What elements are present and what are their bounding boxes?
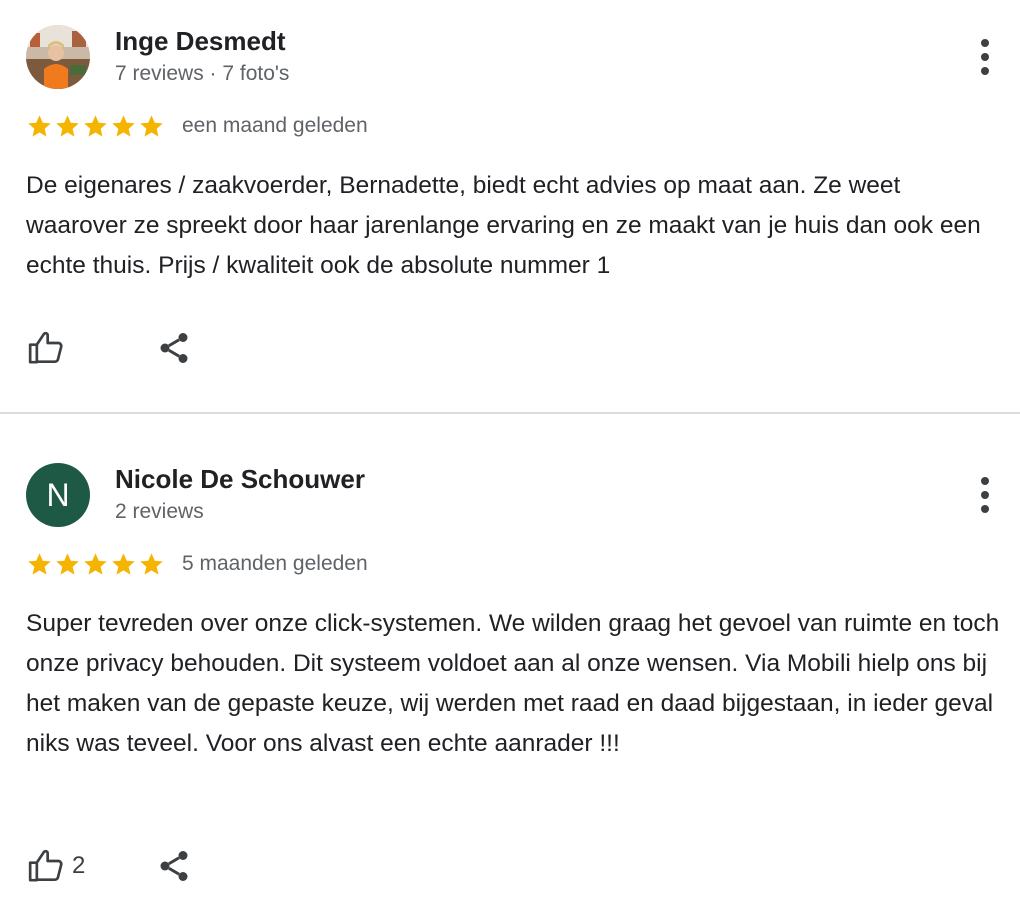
avatar-photo [26, 25, 90, 89]
review-date: een maand geleden [182, 114, 368, 137]
star-icon [112, 553, 135, 575]
more-vert-icon [981, 477, 989, 485]
reviewer-stats: 7 reviews · 7 foto's [115, 62, 290, 85]
star-icon [84, 115, 107, 137]
like-count: 2 [72, 852, 86, 879]
thumbs-up-icon [28, 849, 63, 882]
star-icon [56, 553, 79, 575]
share-button[interactable] [156, 846, 192, 886]
review-date: 5 maanden geleden [182, 552, 368, 575]
review-text: Super tevreden over onze click-systemen.… [26, 610, 1000, 757]
star-icon [28, 553, 51, 575]
star-icon [56, 115, 79, 137]
avatar[interactable] [26, 25, 90, 89]
star-rating [26, 550, 165, 578]
share-button[interactable] [156, 328, 192, 368]
rating-row: een maand geleden [26, 112, 368, 140]
star-icon [140, 115, 163, 137]
more-options-button[interactable] [970, 475, 1000, 515]
star-icon [84, 553, 107, 575]
review-card: Inge Desmedt 7 reviews · 7 foto's een ma… [0, 0, 1020, 412]
review-card: N Nicole De Schouwer 2 reviews 5 maanden… [0, 414, 1020, 924]
avatar[interactable]: N [26, 463, 90, 527]
rating-row: 5 maanden geleden [26, 550, 368, 578]
share-icon [160, 851, 188, 881]
review-text: De eigenares / zaakvoerder, Bernadette, … [26, 172, 981, 279]
review-actions: 2 [26, 846, 192, 886]
like-button[interactable] [26, 328, 126, 368]
avatar-initial: N [46, 476, 70, 513]
reviewer-stats: 2 reviews [115, 500, 204, 523]
star-icon [28, 115, 51, 137]
like-button[interactable]: 2 [26, 846, 126, 886]
reviewer-name[interactable]: Inge Desmedt [115, 26, 286, 57]
reviewer-name[interactable]: Nicole De Schouwer [115, 464, 365, 495]
star-rating [26, 112, 165, 140]
more-options-button[interactable] [970, 37, 1000, 77]
share-icon [160, 333, 188, 363]
more-vert-icon [981, 39, 989, 47]
star-icon [140, 553, 163, 575]
review-actions [26, 328, 192, 368]
thumbs-up-icon [28, 331, 63, 364]
star-icon [112, 115, 135, 137]
